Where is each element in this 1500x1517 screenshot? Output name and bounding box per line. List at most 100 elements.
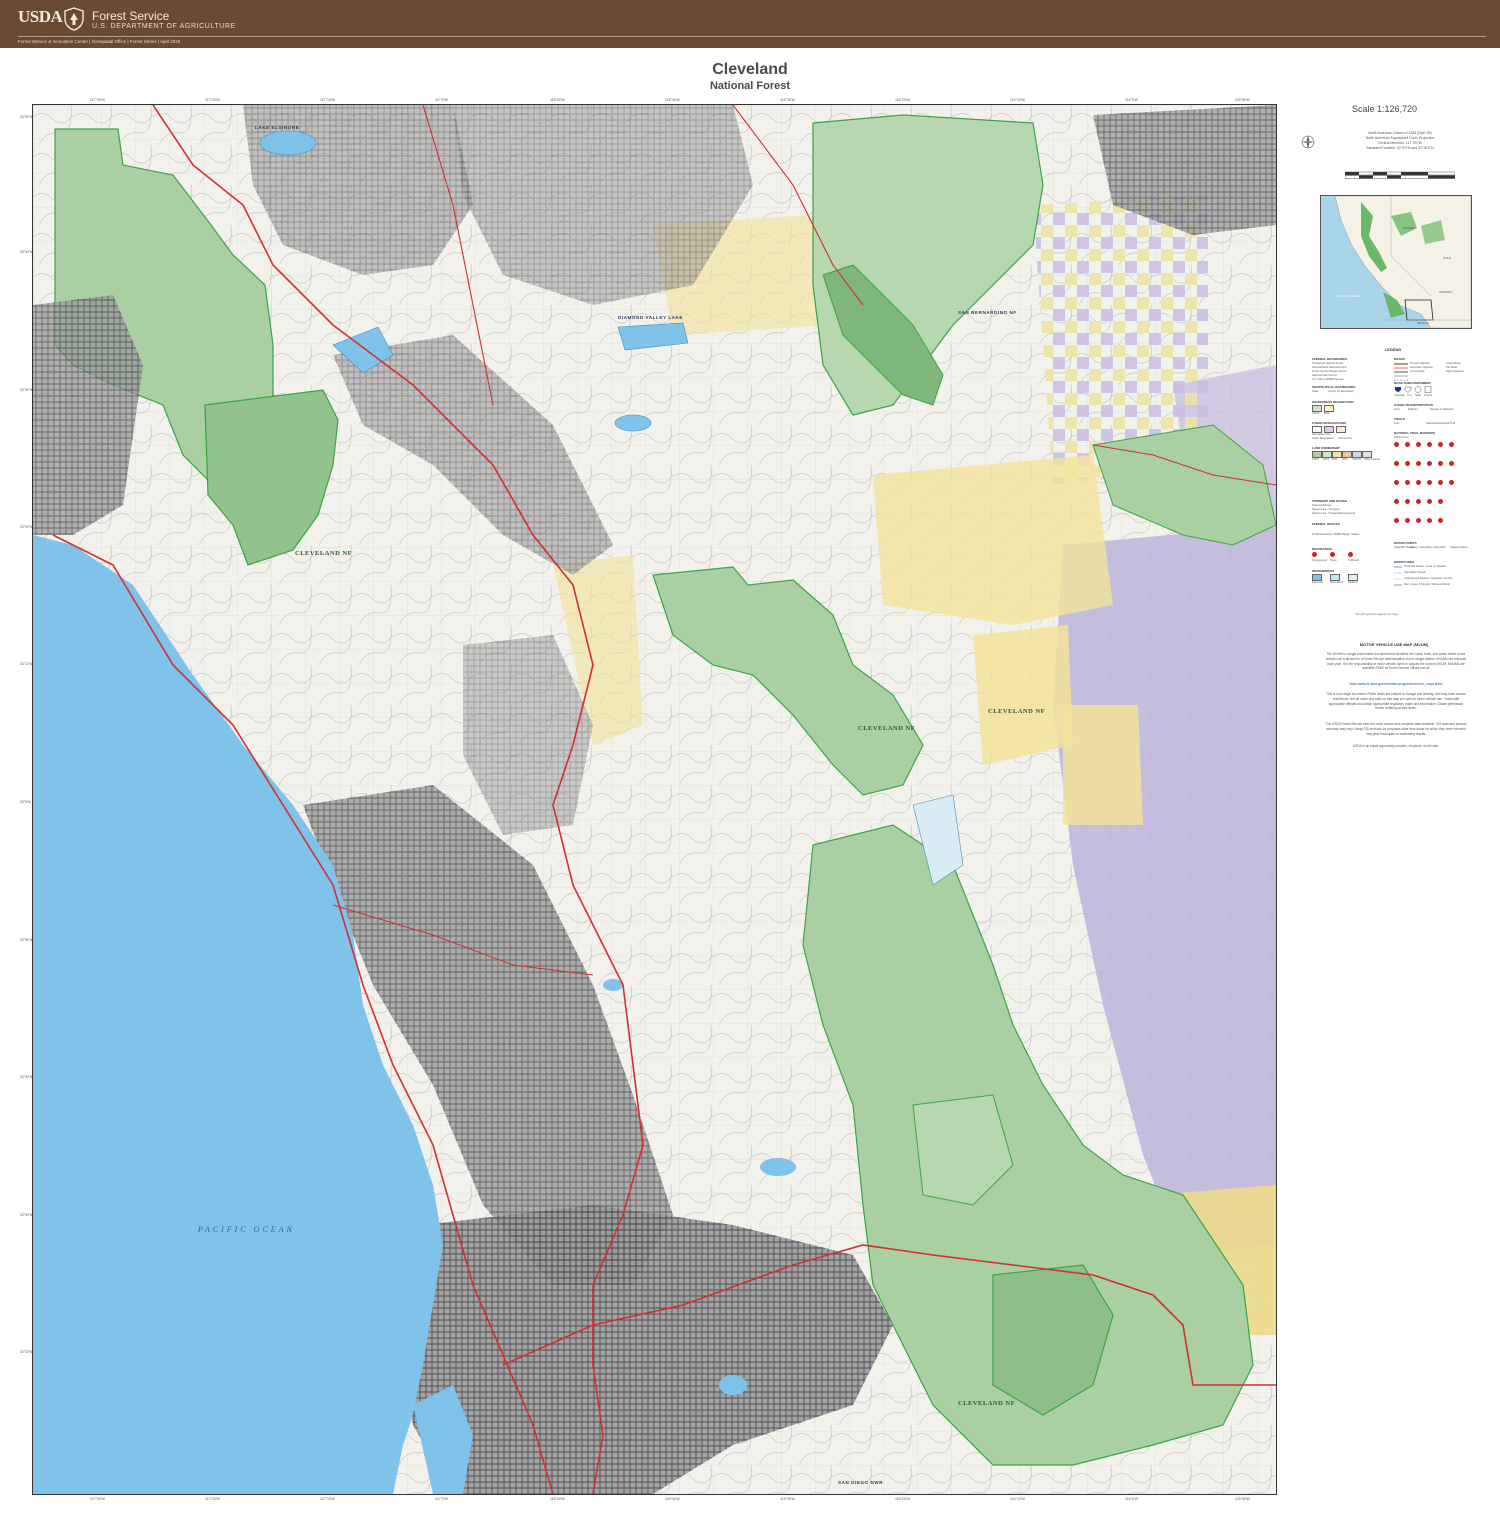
road-shield-icons: [1395, 386, 1432, 393]
recreation-icon: [1449, 480, 1454, 485]
legend-swatch: [1352, 451, 1362, 458]
recreation-icon: [1405, 499, 1410, 504]
legend-heading: LAND OWNERSHIP: [1312, 446, 1340, 450]
mvum-paragraph: USDA is an equal opportunity provider, e…: [1352, 744, 1440, 748]
place-label-diamond-valley: DIAMOND VALLEY LAKE: [618, 315, 683, 320]
legend-swatch: [1312, 426, 1322, 433]
recreation-icon: [1416, 442, 1421, 447]
mvum-title: MOTOR VEHICLE USE MAP (MVUM): [1359, 642, 1429, 647]
legend-swatch: [1324, 426, 1334, 433]
legend-heading: WATER POINTS: [1394, 541, 1417, 545]
usda-logo: USDA: [18, 7, 63, 26]
legend-swatch: [1324, 405, 1334, 412]
recreation-icon: [1416, 461, 1421, 466]
north-arrow-icon: [1301, 135, 1315, 149]
recreation-icon: [1438, 518, 1443, 523]
header-divider: [18, 36, 1486, 37]
map-title: Cleveland: [712, 61, 788, 78]
forest-label-palomar: CLEVELAND NF: [988, 708, 1046, 715]
credits-line: Forest Service & Innovation Center | Geo…: [18, 39, 181, 44]
recreation-icon: [1427, 480, 1432, 485]
legend-heading: RECREATION: [1312, 547, 1332, 551]
picnic-icon: [1330, 552, 1335, 557]
legend-heading: FEDERAL OFFICES: [1312, 522, 1340, 526]
legend-swatch: [1312, 405, 1322, 412]
scale-bar: [1345, 171, 1455, 179]
recreation-icon: [1438, 480, 1443, 485]
inset-state-label-2: UTAH: [1443, 256, 1451, 260]
legend-swatch: [1342, 451, 1352, 458]
recreation-icon: [1405, 518, 1410, 523]
forest-label-north: CLEVELAND NF: [295, 550, 353, 557]
place-label-lake-elsinore: LAKE ELSINORE: [255, 125, 300, 130]
lake-east-2: [719, 1375, 747, 1395]
recreation-icon: [1449, 442, 1454, 447]
recreation-icon: [1405, 442, 1410, 447]
water-line-symbols: [1394, 566, 1402, 586]
forest-service-shield-icon: [64, 7, 84, 31]
legend-swatch: [1322, 451, 1332, 458]
recreation-icon: [1427, 442, 1432, 447]
blm-land-3: [1063, 705, 1143, 825]
recreation-icon: [1449, 461, 1454, 466]
recreation-icon: [1394, 480, 1399, 485]
legend-heading: TOWNSHIP AND RANGE: [1312, 499, 1347, 503]
mvum-paragraph: The MVUM is a legal enforceable document…: [1325, 652, 1467, 671]
legend-heading: FEDERAL BOUNDARIES: [1312, 357, 1348, 361]
legend-heading: OTHER DESIGNATIONS: [1312, 421, 1346, 425]
inset-state-label-3: ARIZONA: [1439, 290, 1453, 294]
map-canvas: [33, 105, 1276, 1494]
legend-heading: OTHER TRANSPORTATION: [1394, 403, 1433, 407]
lake-east-1: [760, 1158, 796, 1176]
recreation-icon: [1405, 461, 1410, 466]
recreation-icon: [1394, 518, 1399, 523]
campground-icon: [1312, 552, 1317, 557]
forest-label-center: CLEVELAND NF: [858, 725, 916, 732]
recreation-icon: [1405, 480, 1410, 485]
legend-swatch: [1312, 451, 1322, 458]
recreation-icon: [1416, 518, 1421, 523]
agency-name: Forest Service: [92, 9, 170, 23]
legend-heading: ROAD SHIELDS/NUMBER: [1394, 381, 1431, 385]
legend-heading: NATIONAL TRAIL MARKERS: [1394, 431, 1435, 435]
legend-footnote: *Not all symbols appear on map.: [1355, 612, 1399, 616]
mvum-paragraph: This is not a legal document. Public lan…: [1326, 692, 1466, 711]
recreation-icon: [1427, 499, 1432, 504]
recreation-icon: [1394, 461, 1399, 466]
legend-heading: GEOPOLITICAL BOUNDARIES: [1312, 385, 1356, 389]
mvum-paragraph: The USDA Forest Service uses the most cu…: [1325, 722, 1467, 736]
legend-title: LEGEND: [1384, 347, 1402, 352]
recreation-icon: [1416, 480, 1421, 485]
recreation-icon: [1427, 461, 1432, 466]
forest-label-south: CLEVELAND NF: [958, 1400, 1016, 1407]
map-scale: Scale 1:126,720: [1352, 104, 1418, 114]
legend-heading: ROADS: [1394, 357, 1405, 361]
forest-map[interactable]: PACIFIC OCEAN CLEVELAND NF CLEVELAND NF …: [32, 104, 1277, 1495]
mvum-link[interactable]: https://www.fs.usda.gov/recreation/progr…: [1325, 682, 1467, 687]
legend-heading: WILDERNESS DESIGNATION: [1312, 400, 1354, 404]
blm-land-1: [873, 455, 1113, 625]
place-label-sbnf: SAN BERNARDINO NF: [958, 310, 1017, 315]
projection-info: North American Datum of 1983 (NAD 83) No…: [1365, 131, 1435, 150]
department-name: U.S. DEPARTMENT OF AGRICULTURE: [92, 23, 236, 30]
recreation-icon: [1394, 499, 1399, 504]
place-label-sd-nwr: SAN DIEGO NWR: [838, 1480, 884, 1485]
agency-header: USDA Forest Service U.S. DEPARTMENT OF A…: [0, 0, 1500, 48]
legend-swatch: [1330, 574, 1340, 581]
inset-country-label: MEXICO: [1417, 321, 1429, 325]
legend-heading: TRAILS: [1394, 417, 1405, 421]
lake-east-3: [603, 979, 623, 991]
recreation-icon: [1438, 499, 1443, 504]
road-symbols: [1394, 363, 1408, 381]
legend-swatch: [1312, 574, 1322, 581]
lake-skinner: [614, 414, 652, 432]
legend-heading: WATERBODIES: [1312, 569, 1335, 573]
recreation-icon: [1427, 518, 1432, 523]
inset-state-label-1: NEVADA: [1403, 226, 1416, 230]
legend-swatch: [1348, 574, 1358, 581]
trailhead-icon: [1348, 552, 1353, 557]
map-legend: LEGEND FEDERAL BOUNDARIES Proclaimed Nat…: [1308, 345, 1478, 625]
lake-elsinore: [259, 130, 317, 156]
map-subtitle: National Forest: [709, 80, 791, 92]
legend-heading: WATER LINES: [1394, 560, 1415, 564]
